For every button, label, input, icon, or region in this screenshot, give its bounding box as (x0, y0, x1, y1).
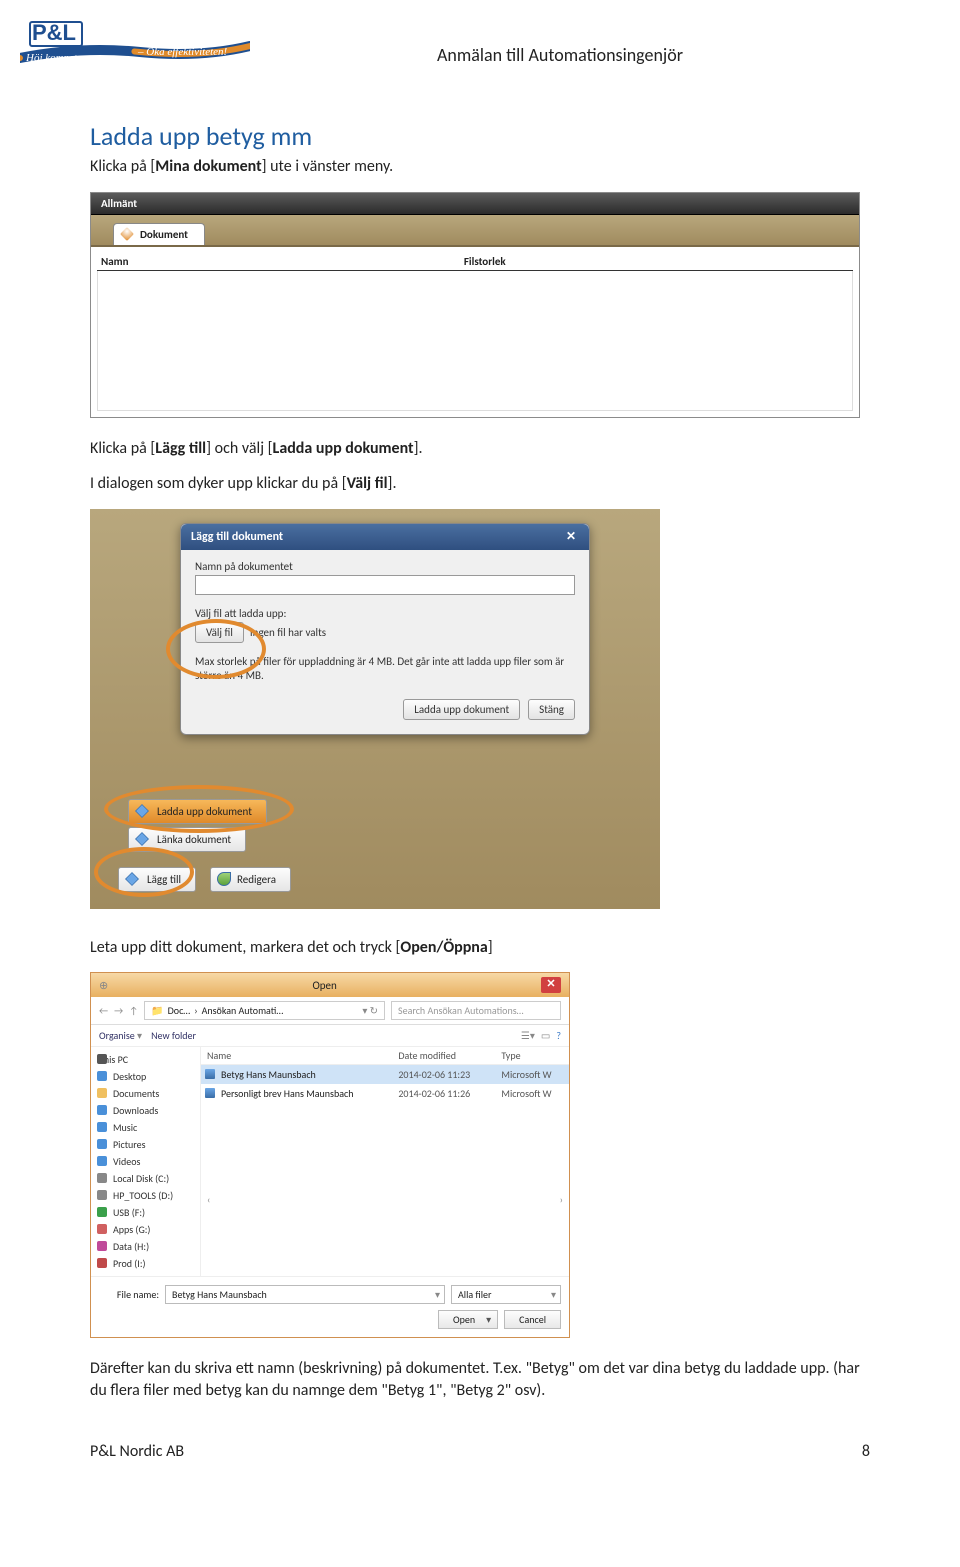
svg-text:P&L: P&L (32, 20, 76, 45)
dialog-title: Lägg till dokument (191, 530, 283, 544)
empty-file-list (97, 271, 853, 411)
new-folder-button[interactable]: New folder (151, 1029, 196, 1042)
paragraph-1: Klicka på [Mina dokument] ute i vänster … (90, 156, 870, 178)
no-file-text: Ingen fil har valts (250, 626, 326, 639)
close-icon[interactable]: ✕ (563, 529, 579, 545)
tree-item[interactable]: Prod (I:) (91, 1255, 200, 1272)
dialog-title: Open (108, 979, 541, 992)
tab-dokument[interactable]: Dokument (113, 223, 205, 245)
choose-file-label: Välj fil att ladda upp: (195, 607, 575, 620)
paragraph-5: Därefter kan du skriva ett namn (beskriv… (90, 1358, 870, 1401)
details-pane-icon[interactable]: ▭ (541, 1029, 550, 1042)
hscroll-left-icon[interactable]: ‹ (207, 1193, 210, 1206)
close-icon[interactable]: ✕ (541, 977, 561, 993)
col-name[interactable]: Name (201, 1047, 392, 1064)
screenshot-file-open-dialog: ⊕ Open ✕ ← → ↑ 📁Doc…›Ansökan Automati…▾ … (90, 972, 570, 1338)
page-number: 8 (862, 1442, 870, 1461)
name-label: Namn på dokumentet (195, 560, 575, 573)
add-icon (125, 872, 139, 886)
file-row[interactable]: Betyg Hans Maunsbach 2014-02-06 11:23 Mi… (201, 1065, 569, 1084)
folder-tree[interactable]: This PC Desktop Documents Downloads Musi… (91, 1047, 201, 1276)
tree-item[interactable]: Desktop (91, 1068, 200, 1085)
help-icon[interactable]: ? (556, 1029, 561, 1042)
cancel-button[interactable]: Cancel (504, 1310, 561, 1329)
section-heading: Ladda upp betyg mm (90, 120, 870, 152)
choose-file-button[interactable]: Välj fil (195, 622, 244, 643)
paragraph-3: I dialogen som dyker upp klickar du på [… (90, 473, 870, 495)
svg-text:Höj kompetensen: Höj kompetensen (25, 52, 103, 64)
document-name-input[interactable] (195, 575, 575, 595)
nav-up-icon[interactable]: ↑ (129, 1004, 138, 1017)
tree-item[interactable]: Videos (91, 1153, 200, 1170)
back-icon[interactable]: ⊕ (99, 979, 108, 992)
nav-back-icon[interactable]: ← (99, 1004, 108, 1017)
footer-company: P&L Nordic AB (90, 1442, 184, 1461)
tree-item[interactable]: Local Disk (C:) (91, 1170, 200, 1187)
file-row[interactable]: Personligt brev Hans Maunsbach 2014-02-0… (201, 1084, 569, 1103)
upload-button[interactable]: Ladda upp dokument (403, 699, 520, 720)
tree-item[interactable]: Apps (G:) (91, 1221, 200, 1238)
col-date[interactable]: Date modified (392, 1047, 495, 1064)
menu-add[interactable]: Lägg till (118, 867, 196, 892)
tree-item[interactable]: Music (91, 1119, 200, 1136)
panel-title: Allmänt (91, 193, 859, 215)
screenshot-upload-modal: Lägg till dokument ✕ Namn på dokumentet … (90, 509, 660, 909)
filename-input[interactable]: Betyg Hans Maunsbach (165, 1285, 445, 1304)
document-header-title: Anmälan till Automationsingenjör (250, 44, 870, 66)
col-filesize: Filstorlek (460, 253, 853, 270)
tree-item[interactable]: Documents (91, 1085, 200, 1102)
tree-item[interactable]: Data (H:) (91, 1238, 200, 1255)
col-type[interactable]: Type (495, 1047, 569, 1064)
filetype-filter[interactable]: Alla filer (451, 1285, 561, 1304)
tree-item[interactable]: Downloads (91, 1102, 200, 1119)
hscroll-right-icon[interactable]: › (560, 1193, 563, 1206)
tab-bar: Dokument (91, 215, 859, 247)
paragraph-2: Klicka på [Lägg till] och välj [Ladda up… (90, 438, 870, 460)
tree-item[interactable]: USB (F:) (91, 1204, 200, 1221)
max-size-note: Max storlek på filer för uppladdning är … (195, 655, 575, 684)
svg-text:– Öka effektiviteten!: – Öka effektiviteten! (137, 46, 228, 58)
edit-icon (217, 872, 231, 886)
open-button[interactable]: Open (438, 1310, 498, 1329)
nav-fwd-icon[interactable]: → (114, 1004, 123, 1017)
close-button[interactable]: Stäng (528, 699, 575, 720)
search-input[interactable]: Search Ansökan Automations… (391, 1001, 561, 1020)
menu-upload-document[interactable]: Ladda upp dokument (128, 799, 267, 824)
tree-item[interactable]: HP_TOOLS (D:) (91, 1187, 200, 1204)
table-header: Namn Filstorlek (97, 253, 853, 271)
link-icon (135, 832, 149, 846)
upload-dialog: Lägg till dokument ✕ Namn på dokumentet … (180, 523, 590, 736)
tree-item[interactable]: Pictures (91, 1136, 200, 1153)
organise-menu[interactable]: Organise (99, 1029, 135, 1042)
filename-label: File name: (99, 1288, 159, 1301)
col-name: Namn (97, 253, 460, 270)
menu-link-document[interactable]: Länka dokument (128, 827, 246, 852)
brand-logo: P&L Höj kompetensen – Öka effektiviteten… (20, 18, 250, 72)
file-list: Name Date modified Type Betyg Hans Mauns… (201, 1047, 569, 1276)
paragraph-4: Leta upp ditt dokument, markera det och … (90, 937, 870, 959)
document-icon (135, 804, 149, 818)
screenshot-document-tab: Allmänt Dokument Namn Filstorlek (90, 192, 860, 418)
tree-this-pc[interactable]: This PC (91, 1051, 200, 1068)
menu-edit[interactable]: Redigera (210, 867, 291, 892)
breadcrumb[interactable]: 📁Doc…›Ansökan Automati…▾ ↻ (144, 1001, 385, 1020)
view-icon[interactable]: ☰▾ (521, 1029, 535, 1042)
